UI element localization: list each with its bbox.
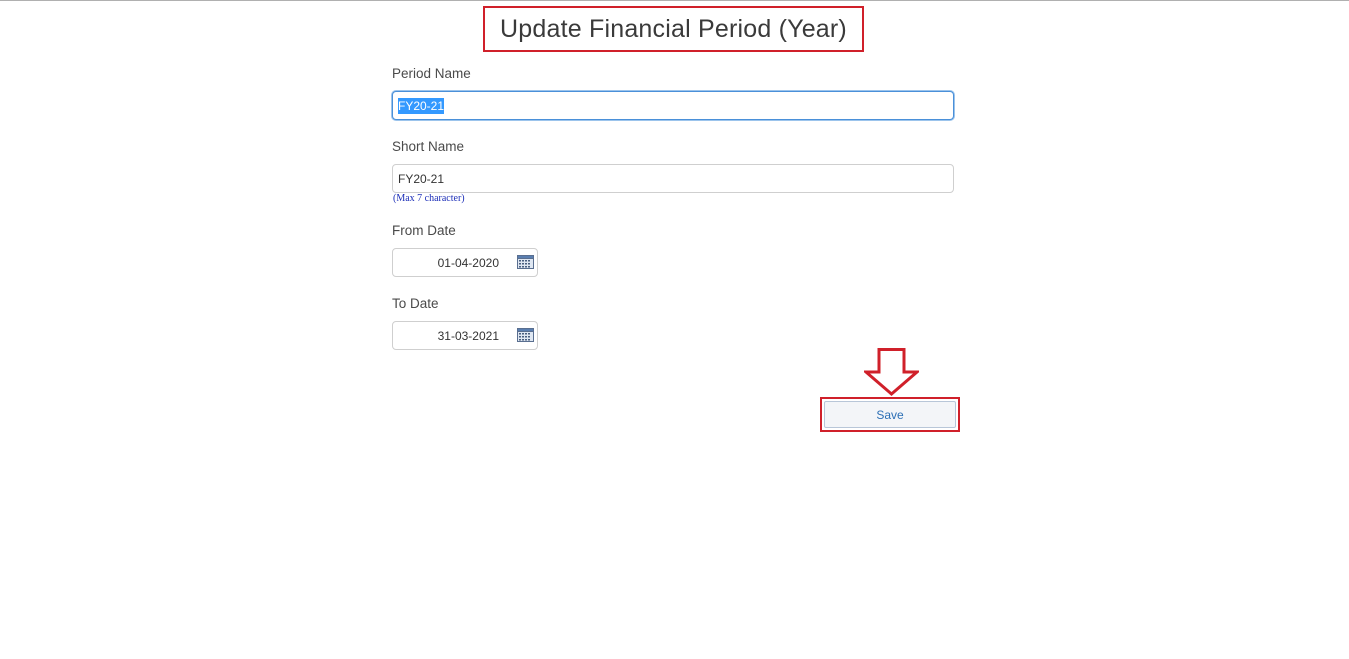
short-name-label: Short Name	[392, 139, 465, 154]
period-name-label: Period Name	[392, 66, 471, 81]
short-name-input[interactable]: FY20-21	[392, 164, 954, 193]
page-title: Update Financial Period (Year)	[500, 14, 847, 43]
short-name-hint: (Max 7 character)	[393, 193, 465, 204]
title-highlight-box: Update Financial Period (Year)	[483, 6, 864, 52]
to-date-label: To Date	[392, 296, 439, 311]
from-date-input[interactable]: 01-04-2020	[392, 248, 538, 277]
save-button[interactable]: Save	[824, 401, 956, 428]
from-date-label: From Date	[392, 223, 456, 238]
short-name-value: FY20-21	[398, 171, 445, 186]
period-name-value: FY20-21	[398, 97, 445, 114]
top-divider	[0, 0, 1349, 1]
to-date-value: 31-03-2021	[437, 329, 499, 343]
to-date-input[interactable]: 31-03-2021	[392, 321, 538, 350]
down-arrow-icon	[864, 348, 919, 396]
calendar-icon[interactable]	[517, 255, 534, 269]
calendar-icon[interactable]	[517, 328, 534, 342]
period-name-input[interactable]: FY20-21	[392, 91, 954, 120]
from-date-value: 01-04-2020	[437, 256, 499, 270]
